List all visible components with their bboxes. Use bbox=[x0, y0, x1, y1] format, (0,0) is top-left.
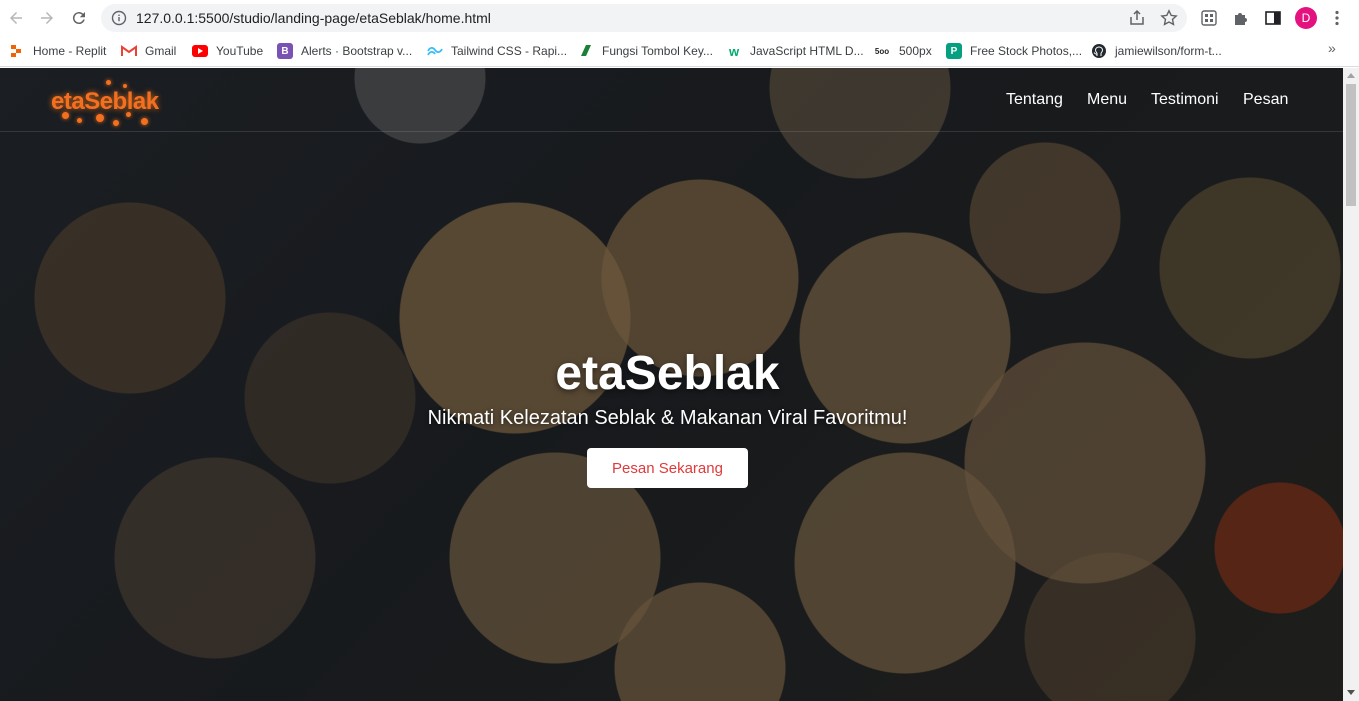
replit-icon bbox=[9, 43, 25, 59]
keyboard-icon bbox=[578, 43, 594, 59]
youtube-icon bbox=[192, 45, 208, 57]
bookmark-label: Fungsi Tombol Key... bbox=[602, 44, 713, 58]
bookmark-label: YouTube bbox=[216, 44, 264, 58]
qr-extension-icon[interactable] bbox=[1199, 8, 1219, 28]
bookmark-label: 500px bbox=[899, 44, 932, 58]
url-text[interactable]: 127.0.0.1:5500/studio/landing-page/etaSe… bbox=[136, 10, 491, 26]
share-icon[interactable] bbox=[1128, 9, 1146, 27]
bookmark-500px[interactable]: 5oo 500px bbox=[873, 42, 932, 60]
bookmark-github[interactable]: jamiewilson/form-t... bbox=[1091, 42, 1222, 60]
side-panel-icon[interactable] bbox=[1263, 8, 1283, 28]
bookmark-label: JavaScript HTML D... bbox=[750, 44, 864, 58]
bookmark-w3schools[interactable]: w JavaScript HTML D... bbox=[726, 42, 864, 60]
bookmark-fungsi-tombol[interactable]: Fungsi Tombol Key... bbox=[578, 42, 713, 60]
bookmark-replit[interactable]: Home - Replit bbox=[9, 42, 106, 60]
github-icon bbox=[1091, 43, 1107, 59]
bookmark-label: Tailwind CSS - Rapi... bbox=[451, 44, 568, 58]
kebab-menu-icon[interactable] bbox=[1327, 8, 1347, 28]
bookmark-pexels[interactable]: P Free Stock Photos,... bbox=[946, 42, 1082, 60]
page-viewport: etaSeblak Tentang Menu Testimoni Pesan e… bbox=[0, 68, 1343, 701]
reload-icon[interactable] bbox=[67, 6, 91, 30]
scroll-up-arrow-icon[interactable] bbox=[1347, 73, 1355, 78]
extensions-puzzle-icon[interactable] bbox=[1231, 8, 1251, 28]
forward-arrow-icon[interactable] bbox=[35, 6, 59, 30]
bookmark-label: Home - Replit bbox=[33, 44, 107, 58]
browser-toolbar: 127.0.0.1:5500/studio/landing-page/etaSe… bbox=[0, 0, 1359, 36]
bootstrap-icon: B bbox=[277, 43, 293, 59]
hero-title: etaSeblak bbox=[555, 347, 780, 400]
bookmark-label: Alerts · Bootstrap v... bbox=[301, 44, 413, 58]
info-icon[interactable] bbox=[111, 10, 127, 26]
address-bar[interactable]: 127.0.0.1:5500/studio/landing-page/etaSe… bbox=[101, 4, 1187, 32]
bookmark-tailwind[interactable]: Tailwind CSS - Rapi... bbox=[427, 42, 567, 60]
bookmark-label: jamiewilson/form-t... bbox=[1115, 44, 1222, 58]
pexels-icon: P bbox=[946, 43, 962, 59]
more-bookmarks-chevron-icon[interactable]: » bbox=[1328, 40, 1336, 56]
profile-avatar[interactable]: D bbox=[1295, 7, 1317, 29]
scrollbar-thumb[interactable] bbox=[1346, 84, 1356, 206]
hero-subtitle: Nikmati Kelezatan Seblak & Makanan Viral… bbox=[427, 407, 908, 429]
bookmark-star-icon[interactable] bbox=[1160, 9, 1178, 27]
500px-icon: 5oo bbox=[874, 46, 890, 56]
bookmarks-bar: Home - Replit Gmail YouTube B Alerts · B… bbox=[0, 36, 1359, 67]
order-now-button[interactable]: Pesan Sekarang bbox=[587, 448, 748, 488]
page-scrollbar[interactable] bbox=[1343, 68, 1359, 701]
bookmark-bootstrap[interactable]: B Alerts · Bootstrap v... bbox=[277, 42, 412, 60]
bookmark-label: Free Stock Photos,... bbox=[970, 44, 1083, 58]
tailwind-icon bbox=[427, 43, 443, 59]
bookmark-label: Gmail bbox=[145, 44, 177, 58]
bookmark-gmail[interactable]: Gmail bbox=[121, 42, 176, 60]
w3schools-icon: w bbox=[728, 43, 740, 59]
bookmark-youtube[interactable]: YouTube bbox=[192, 42, 263, 60]
scroll-down-arrow-icon[interactable] bbox=[1347, 690, 1355, 695]
hero-section: etaSeblak Nikmati Kelezatan Seblak & Mak… bbox=[0, 68, 1343, 701]
gmail-icon bbox=[121, 43, 137, 59]
back-arrow-icon[interactable] bbox=[4, 6, 28, 30]
